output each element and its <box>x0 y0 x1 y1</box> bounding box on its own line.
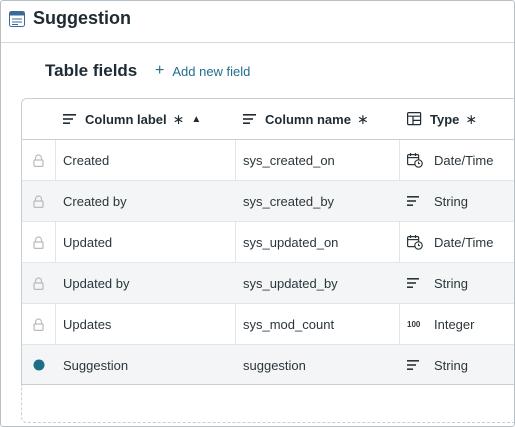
field-type-icon <box>407 112 422 126</box>
type-cell: 100 Integer <box>399 304 514 344</box>
column-label-cell: Updated by <box>63 275 130 291</box>
type-cell: String <box>399 263 514 303</box>
new-field-drop-zone[interactable] <box>21 385 514 423</box>
column-label-cell: Suggestion <box>63 357 129 373</box>
type-cell: Date/Time <box>399 140 514 180</box>
table-header: Column label ∗ ▲ Column name ∗ Type ∗ <box>22 99 514 140</box>
type-value: Date/Time <box>434 152 494 168</box>
table-row[interactable]: Updated sys_updated_on Date/Time <box>22 222 514 263</box>
table-row[interactable]: Created by sys_created_by String <box>22 181 514 222</box>
lock-icon <box>22 140 55 180</box>
required-icon: ∗ <box>465 110 478 127</box>
integer-icon: 100 <box>407 319 421 329</box>
column-label-cell: Created by <box>63 193 127 209</box>
column-header-name-text: Column name <box>265 111 351 127</box>
column-name-cell: sys_updated_on <box>243 234 339 250</box>
table-row[interactable]: Suggestion suggestion String <box>22 345 514 384</box>
table-row[interactable]: Updates sys_mod_count 100 Integer <box>22 304 514 345</box>
column-header-label-text: Column label <box>85 111 167 127</box>
plus-icon: + <box>155 62 165 79</box>
required-icon: ∗ <box>172 110 185 127</box>
column-name-cell: sys_updated_by <box>243 275 338 291</box>
lock-icon <box>22 222 55 262</box>
text-lines-icon <box>407 360 425 370</box>
dot-icon <box>22 345 55 384</box>
section-title: Table fields <box>45 61 138 80</box>
table-row[interactable]: Updated by sys_updated_by String <box>22 263 514 304</box>
type-value: Date/Time <box>434 234 494 250</box>
column-header-label[interactable]: Column label ∗ ▲ <box>55 99 235 139</box>
calendar-clock-icon <box>407 234 425 250</box>
required-icon: ∗ <box>356 110 369 127</box>
type-cell: String <box>399 181 514 221</box>
lock-icon <box>22 263 55 303</box>
add-new-field-label: Add new field <box>172 63 251 79</box>
type-cell: Date/Time <box>399 222 514 262</box>
type-value: Integer <box>434 316 475 332</box>
text-lines-icon <box>243 114 257 124</box>
column-name-cell: sys_created_by <box>243 193 335 209</box>
type-cell: String <box>399 345 514 384</box>
sort-ascending-icon[interactable]: ▲ <box>191 114 201 125</box>
column-header-type[interactable]: Type ∗ <box>399 99 514 139</box>
add-new-field-button[interactable]: + Add new field <box>155 61 250 81</box>
column-label-cell: Updates <box>63 316 112 332</box>
title-bar: Suggestion <box>1 1 514 43</box>
app-window: Suggestion Table fields + Add new field … <box>0 0 515 427</box>
text-lines-icon <box>407 278 425 288</box>
table-row[interactable]: Created sys_created_on Date/Time <box>22 140 514 181</box>
header-status-cell <box>22 99 55 139</box>
fields-table: Column label ∗ ▲ Column name ∗ Type ∗ Cr… <box>21 98 514 385</box>
column-label-cell: Created <box>63 152 110 168</box>
calendar-clock-icon <box>407 152 425 168</box>
column-label-cell: Updated <box>63 234 113 250</box>
type-value: String <box>434 357 468 373</box>
column-name-cell: sys_mod_count <box>243 316 335 332</box>
text-lines-icon <box>407 196 425 206</box>
type-value: String <box>434 193 468 209</box>
type-value: String <box>434 275 468 291</box>
column-header-name[interactable]: Column name ∗ <box>235 99 399 139</box>
text-lines-icon <box>63 114 77 124</box>
lock-icon <box>22 181 55 221</box>
lock-icon <box>22 304 55 344</box>
column-name-cell: suggestion <box>243 357 306 373</box>
column-name-cell: sys_created_on <box>243 152 335 168</box>
table-icon <box>9 11 25 27</box>
app-title: Suggestion <box>33 8 131 28</box>
column-header-type-text: Type <box>430 111 460 127</box>
